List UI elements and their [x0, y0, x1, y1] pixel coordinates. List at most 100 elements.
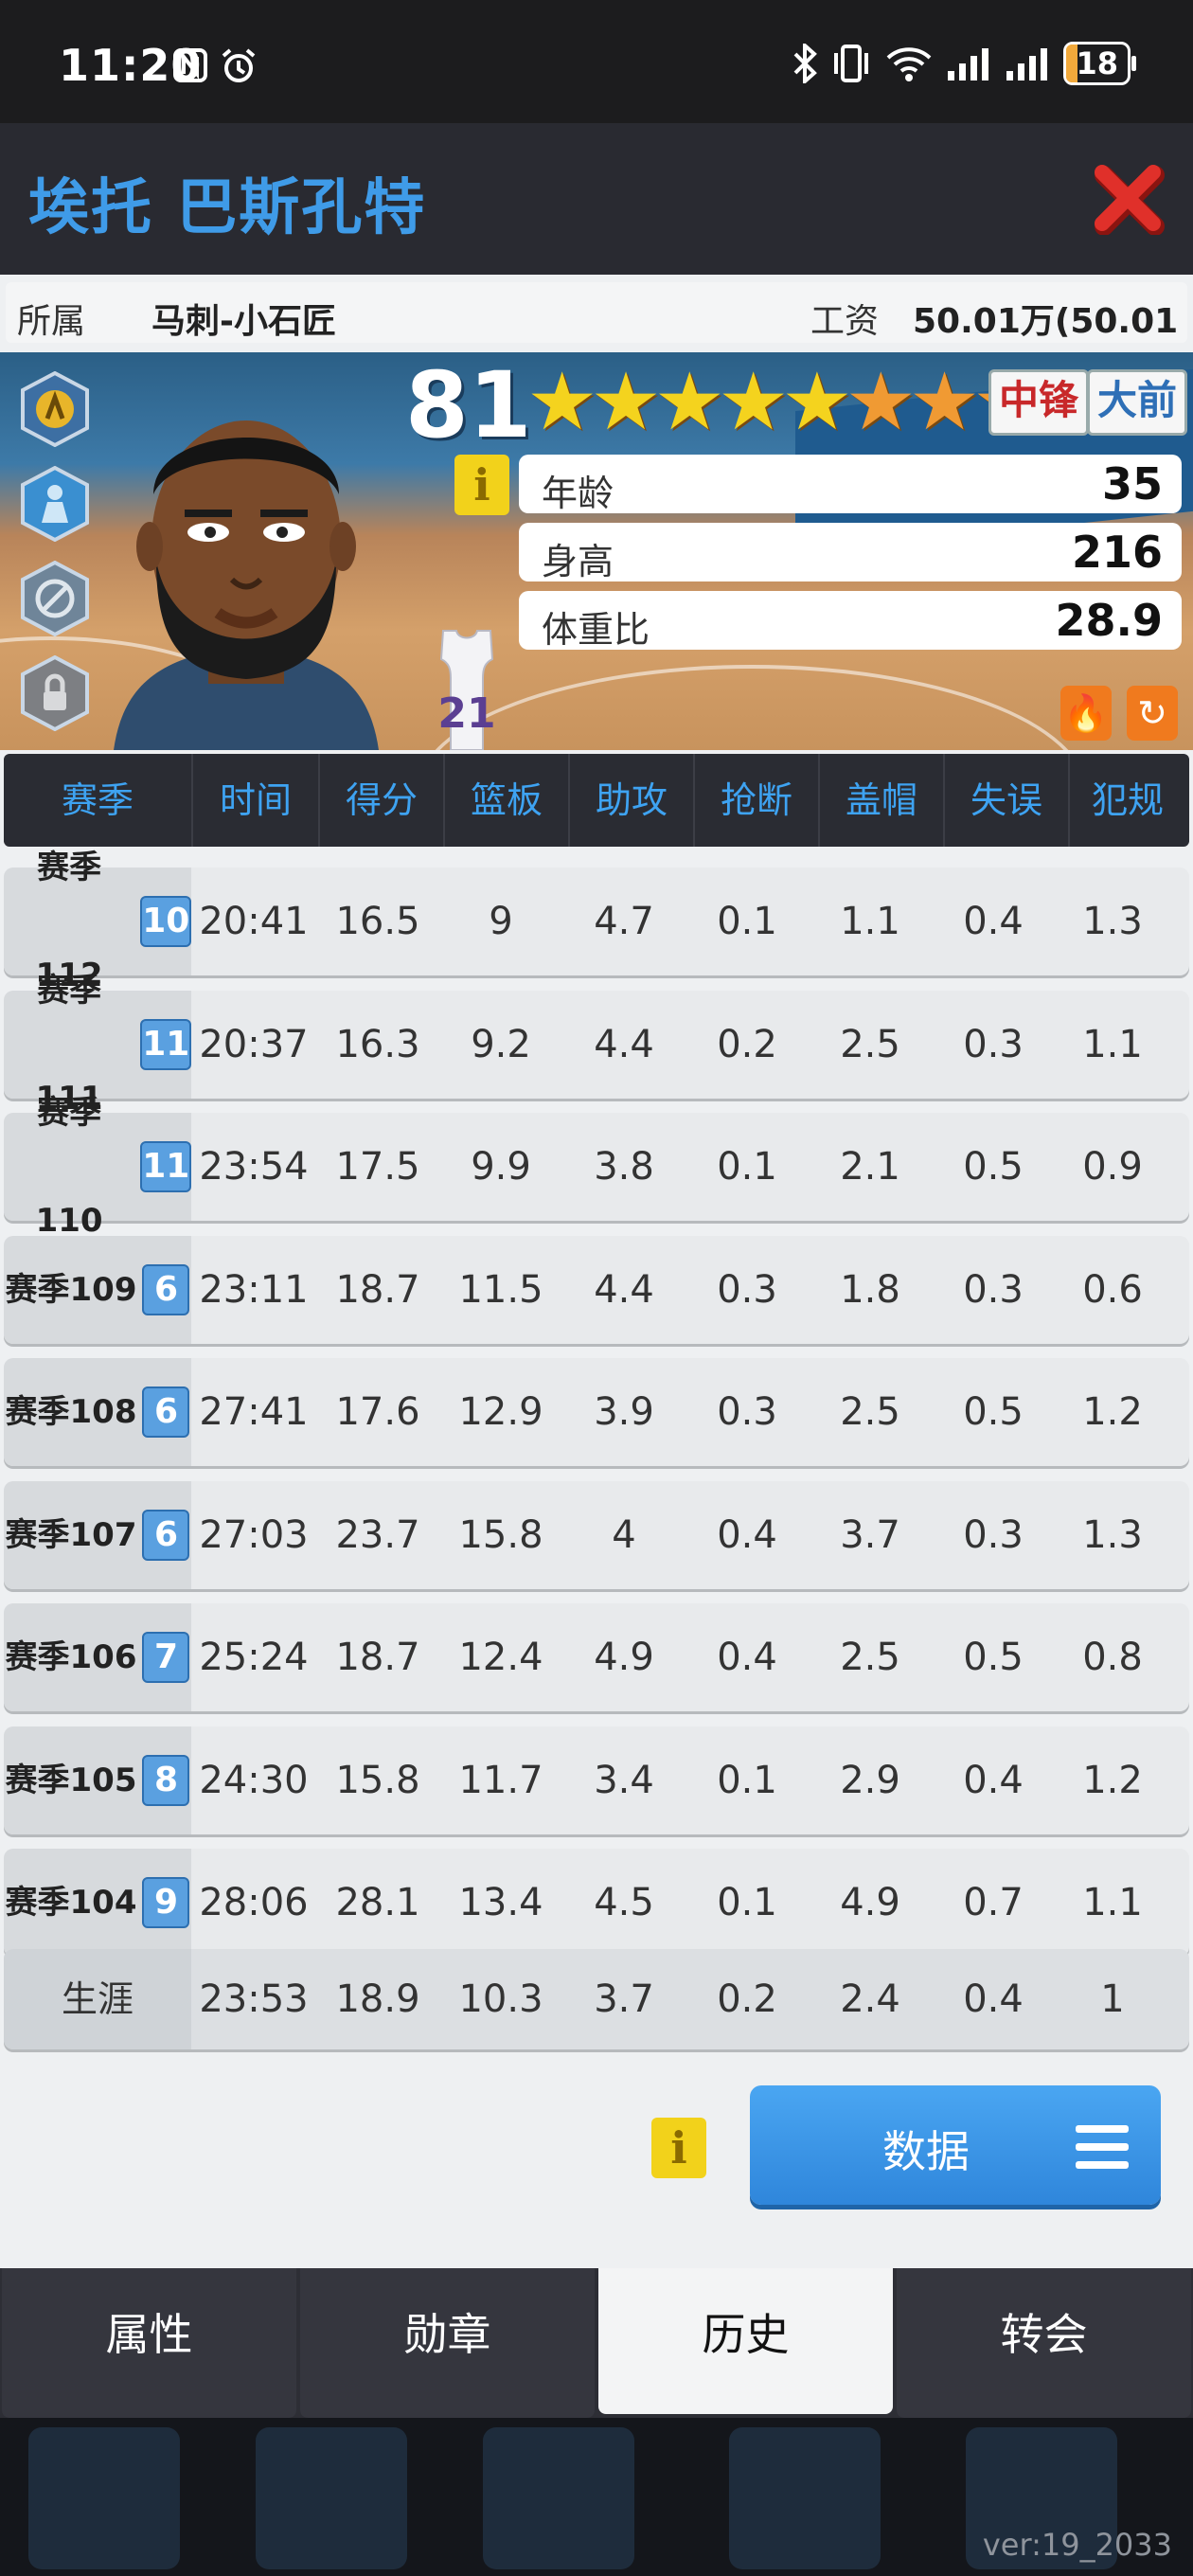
vibrate-icon	[834, 45, 869, 82]
star-gold-icon: ★	[781, 355, 853, 448]
stat-cell: 4.4	[594, 1022, 654, 1066]
stat-cell: 3.7	[840, 1512, 900, 1557]
nav-ghost-icon	[729, 2427, 881, 2569]
star-gold-icon: ★	[590, 355, 662, 448]
jersey-number: 21	[437, 689, 495, 738]
tab-history[interactable]: 历史	[598, 2268, 893, 2414]
salary-label: 工资	[810, 302, 880, 341]
stat-cell: 27:03	[199, 1512, 309, 1557]
player-card: 81 ★★★★★★★★★ 中锋 大前 i 年龄 35 身高 216 体重比 28…	[0, 352, 1193, 750]
stat-cell: 28.1	[335, 1881, 420, 1924]
skill-badge-icon[interactable]	[21, 371, 89, 447]
version-label: ver:19_2033	[982, 2527, 1172, 2563]
season-label: 赛季105	[5, 1761, 137, 1799]
stat-cell: 1.8	[840, 1267, 900, 1312]
defense-badge-icon[interactable]	[21, 466, 89, 542]
star-orange-icon: ★	[908, 355, 981, 448]
stat-cell: 9	[489, 900, 513, 943]
stat-cell: 1.1	[840, 900, 900, 943]
attribute-info-icon[interactable]: i	[454, 455, 509, 515]
stat-cell: 11.5	[458, 1267, 543, 1312]
season-cell: 赛季106 7	[4, 1603, 191, 1711]
stat-cell: 17.6	[335, 1390, 420, 1434]
team-value: 马刺-小石匠	[151, 302, 336, 341]
title-bar: 埃托 巴斯孔特	[0, 123, 1193, 280]
status-bar: 11:20 18	[0, 0, 1193, 123]
stat-cell: 3.9	[594, 1390, 654, 1434]
stat-cell: 0.5	[963, 1145, 1024, 1189]
season-cell: 赛季107 6	[4, 1480, 191, 1589]
season-row: 赛季106 7 25:24 18.7 12.4 4.9 0.4 2.5 0.5 0.8	[4, 1603, 1189, 1711]
stat-cell: 2.9	[840, 1758, 900, 1802]
stat-cell: 18.7	[335, 1636, 420, 1679]
col-time: 时间	[193, 754, 320, 847]
season-cell: 赛季105 8	[4, 1726, 191, 1834]
stat-cell: 23:11	[199, 1267, 309, 1312]
stat-cell: 9.9	[471, 1145, 531, 1189]
stat-cell: 0.5	[963, 1636, 1024, 1679]
stat-cell: 1.2	[1082, 1758, 1143, 1802]
banned-badge-icon[interactable]	[21, 561, 89, 636]
jersey-icon: 21	[437, 630, 496, 750]
stat-cell: 2.1	[840, 1145, 900, 1189]
stat-cell: 4.9	[594, 1636, 654, 1679]
season-label: 赛季109	[5, 1270, 137, 1309]
stat-cell: 18.7	[335, 1267, 420, 1312]
stat-cell: 28:06	[199, 1881, 309, 1924]
stat-cell: 15.8	[458, 1512, 543, 1557]
stat-cell: 1.1	[1082, 1022, 1143, 1066]
stat-cell: 13.4	[458, 1881, 543, 1924]
close-icon[interactable]	[1091, 161, 1165, 235]
stat-cell: 1.3	[1082, 1512, 1143, 1557]
refresh-icon[interactable]: ↻	[1127, 686, 1178, 741]
data-button[interactable]: 数据	[750, 2085, 1161, 2205]
season-rank-badge: 11	[140, 1141, 191, 1192]
stat-cell: 12.4	[458, 1636, 543, 1679]
stat-cell: 27:41	[199, 1390, 309, 1434]
fire-icon[interactable]: 🔥	[1060, 686, 1112, 741]
position-badge-primary: 中锋	[988, 369, 1090, 436]
season-label: 赛季107	[5, 1515, 137, 1554]
season-rank-badge: 6	[142, 1509, 190, 1561]
career-row: 生涯 23:53 18.9 10.3 3.7 0.2 2.4 0.4 1	[4, 1949, 1189, 2049]
data-info-icon[interactable]: i	[651, 2118, 706, 2178]
stat-cell: 24:30	[199, 1758, 309, 1802]
tab-attributes[interactable]: 属性	[2, 2268, 296, 2418]
stat-cell: 0.9	[1082, 1145, 1143, 1189]
battery-indicator: 18	[1063, 42, 1136, 85]
tab-badges[interactable]: 勋章	[300, 2268, 595, 2418]
bluetooth-icon	[794, 44, 818, 83]
team-label: 所属	[17, 302, 86, 341]
season-cell: 赛季108 6	[4, 1358, 191, 1466]
stat-cell: 0.4	[717, 1636, 777, 1679]
tab-transfer[interactable]: 转会	[897, 2268, 1191, 2418]
career-cell: 10.3	[458, 1977, 543, 2021]
stat-cell: 0.5	[963, 1390, 1024, 1434]
lock-badge-icon[interactable]	[21, 655, 89, 731]
signal-icon	[948, 48, 989, 80]
stat-cell: 20:37	[199, 1022, 309, 1066]
star-orange-icon: ★	[845, 355, 917, 448]
stat-cell: 0.8	[1082, 1636, 1143, 1679]
stat-cell: 3.4	[594, 1758, 654, 1802]
stat-cell: 16.3	[335, 1022, 420, 1066]
stat-cell: 0.4	[963, 1758, 1024, 1802]
section-tabs: 属性 勋章 历史 转会	[0, 2268, 1193, 2418]
season-rank-badge: 9	[142, 1877, 190, 1928]
stat-cell: 0.1	[717, 900, 777, 943]
stat-cell: 4.4	[594, 1267, 654, 1312]
stat-cell: 11.7	[458, 1758, 543, 1802]
star-gold-icon: ★	[653, 355, 725, 448]
stat-cell: 0.3	[963, 1022, 1024, 1066]
stat-cell: 12.9	[458, 1390, 543, 1434]
stat-cell: 0.3	[717, 1267, 777, 1312]
wifi-icon	[887, 47, 932, 81]
nfc-icon	[173, 48, 207, 82]
attribute-weight-ratio: 体重比 28.9	[519, 591, 1182, 651]
stat-cell: 4.9	[840, 1881, 900, 1924]
nav-ghost-icon	[256, 2427, 407, 2569]
col-fouls: 犯规	[1091, 779, 1164, 821]
season-label: 赛季104	[5, 1884, 137, 1922]
season-rank-badge: 8	[142, 1754, 190, 1806]
stat-cell: 1.2	[1082, 1390, 1143, 1434]
